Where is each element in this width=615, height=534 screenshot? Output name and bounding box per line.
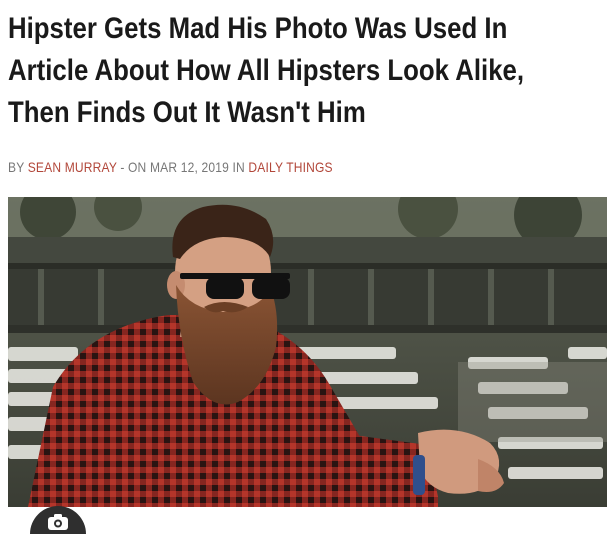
article-byline: BY SEAN MURRAY - ON MAR 12, 2019 IN DAIL… [8, 158, 333, 176]
article-headline: Hipster Gets Mad His Photo Was Used In A… [8, 8, 524, 134]
image-search-button[interactable] [30, 506, 86, 534]
byline-by: BY [8, 159, 25, 175]
photo-illustration [8, 197, 607, 507]
byline-category-link[interactable]: DAILY THINGS [248, 159, 332, 175]
headline-line-3: Then Finds Out It Wasn't Him [8, 96, 366, 129]
headline-line-2: Article About How All Hipsters Look Alik… [8, 54, 525, 87]
camera-search-icon [48, 514, 68, 530]
byline-author-link[interactable]: SEAN MURRAY [28, 159, 117, 175]
article-photo [8, 197, 607, 507]
headline-line-1: Hipster Gets Mad His Photo Was Used In [8, 12, 508, 45]
grandstand [8, 237, 607, 333]
byline-date: - ON MAR 12, 2019 IN [120, 159, 245, 175]
